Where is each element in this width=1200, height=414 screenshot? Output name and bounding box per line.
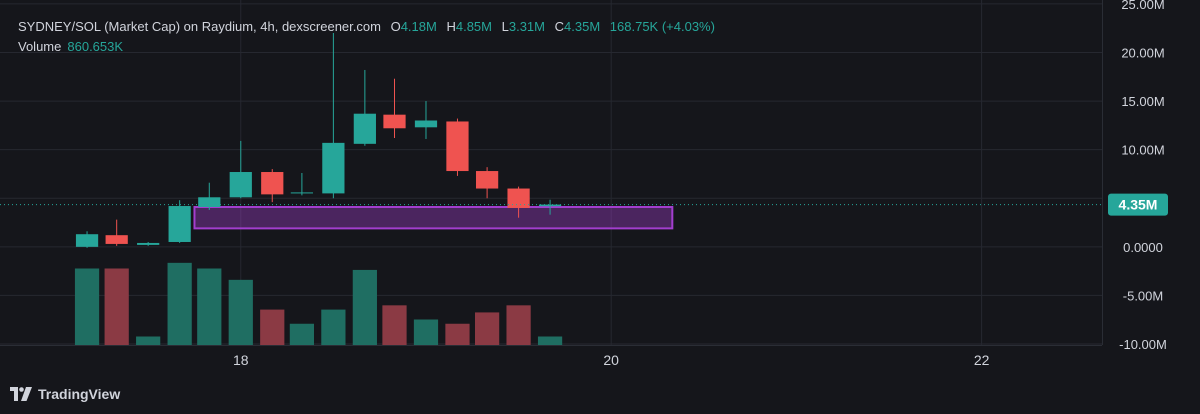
volume-bar — [352, 269, 377, 345]
candle-body — [137, 242, 160, 245]
volume-bar — [445, 323, 470, 345]
open-value: 4.18M — [400, 19, 437, 34]
volume-bar — [104, 268, 129, 345]
candle-up — [353, 69, 376, 146]
candle-down — [261, 169, 284, 203]
volume-bars — [74, 262, 563, 345]
candle-body — [475, 171, 499, 189]
volume-bar — [197, 268, 222, 345]
candle-body — [75, 234, 99, 247]
volume-value: 860.653K — [67, 39, 124, 54]
price-tick-label: 0.0000 — [1123, 240, 1163, 255]
price-axis[interactable]: 25.00M20.00M15.00M10.00M5.00M0.0000-5.00… — [1108, 0, 1168, 352]
candle-body — [168, 206, 191, 242]
tradingview-brand[interactable]: TradingView — [10, 386, 120, 402]
volume-bar — [289, 323, 315, 345]
volume-bar — [136, 336, 161, 345]
volume-bar — [260, 309, 285, 345]
candle-body — [353, 113, 376, 144]
close-label: C — [554, 19, 565, 34]
candle-up — [137, 241, 160, 246]
volume-bar — [167, 262, 192, 345]
close-value: 4.35M — [564, 19, 601, 34]
candle-up — [290, 172, 314, 196]
candle-body — [290, 192, 314, 194]
candle-body — [261, 172, 284, 195]
volume-legend: Volume 860.653K — [18, 39, 123, 54]
grid-lines — [0, 0, 1103, 346]
volume-bar — [474, 312, 500, 345]
high-value: 4.85M — [455, 19, 492, 34]
time-tick-label: 18 — [233, 352, 249, 368]
candle-body — [105, 235, 128, 244]
volume-bar — [321, 309, 346, 345]
candle-up — [414, 101, 438, 139]
price-chart[interactable]: 25.00M20.00M15.00M10.00M5.00M0.0000-5.00… — [0, 0, 1200, 414]
candle-body — [229, 172, 252, 198]
candle-up — [322, 33, 345, 199]
volume-bar — [537, 336, 563, 345]
price-tick-label: -10.00M — [1119, 337, 1167, 352]
candle-down — [383, 78, 406, 138]
time-tick-label: 22 — [974, 352, 990, 368]
volume-bar — [506, 305, 531, 345]
open-label: O — [390, 19, 401, 34]
change-value: 168.75K (+4.03%) — [609, 19, 715, 34]
tradingview-logo-icon — [10, 387, 32, 401]
volume-label: Volume — [18, 39, 62, 54]
low-value: 3.31M — [508, 19, 545, 34]
support-zone-layer — [193, 206, 674, 230]
time-tick-label: 20 — [603, 352, 619, 368]
candle-body — [446, 121, 469, 172]
candle-down — [475, 167, 499, 199]
candle-body — [507, 188, 530, 208]
candle-down — [105, 219, 128, 246]
candle-up — [75, 231, 99, 248]
chart-container[interactable]: 25.00M20.00M15.00M10.00M5.00M0.0000-5.00… — [0, 0, 1200, 414]
support-zone-box — [193, 206, 674, 230]
candle-body — [198, 197, 221, 207]
candle-body — [538, 204, 562, 207]
time-axis[interactable]: 18 20 22 — [233, 352, 990, 368]
candle-body — [383, 114, 406, 129]
price-tick-label: -5.00M — [1123, 288, 1163, 303]
candle-body — [322, 142, 345, 194]
high-label: H — [446, 19, 456, 34]
symbol-legend: SYDNEY/SOL (Market Cap) on Raydium, 4h, … — [18, 19, 715, 34]
price-tick-label: 15.00M — [1121, 94, 1164, 109]
volume-bar — [228, 279, 253, 345]
volume-bar — [413, 319, 439, 345]
symbol-title: SYDNEY/SOL (Market Cap) on Raydium, 4h, … — [18, 19, 381, 34]
candle-down — [446, 118, 469, 176]
candle-up — [168, 200, 191, 243]
volume-bar — [74, 268, 100, 345]
candle-body — [414, 120, 438, 128]
last-price-label: 4.35M — [1119, 197, 1158, 213]
volume-bar — [382, 305, 407, 345]
brand-name: TradingView — [38, 386, 121, 402]
low-label: L — [501, 19, 509, 34]
price-tick-label: 10.00M — [1121, 143, 1164, 158]
price-tick-label: 20.00M — [1121, 45, 1164, 60]
price-tick-label: 25.00M — [1121, 0, 1164, 12]
candle-up — [198, 182, 221, 210]
